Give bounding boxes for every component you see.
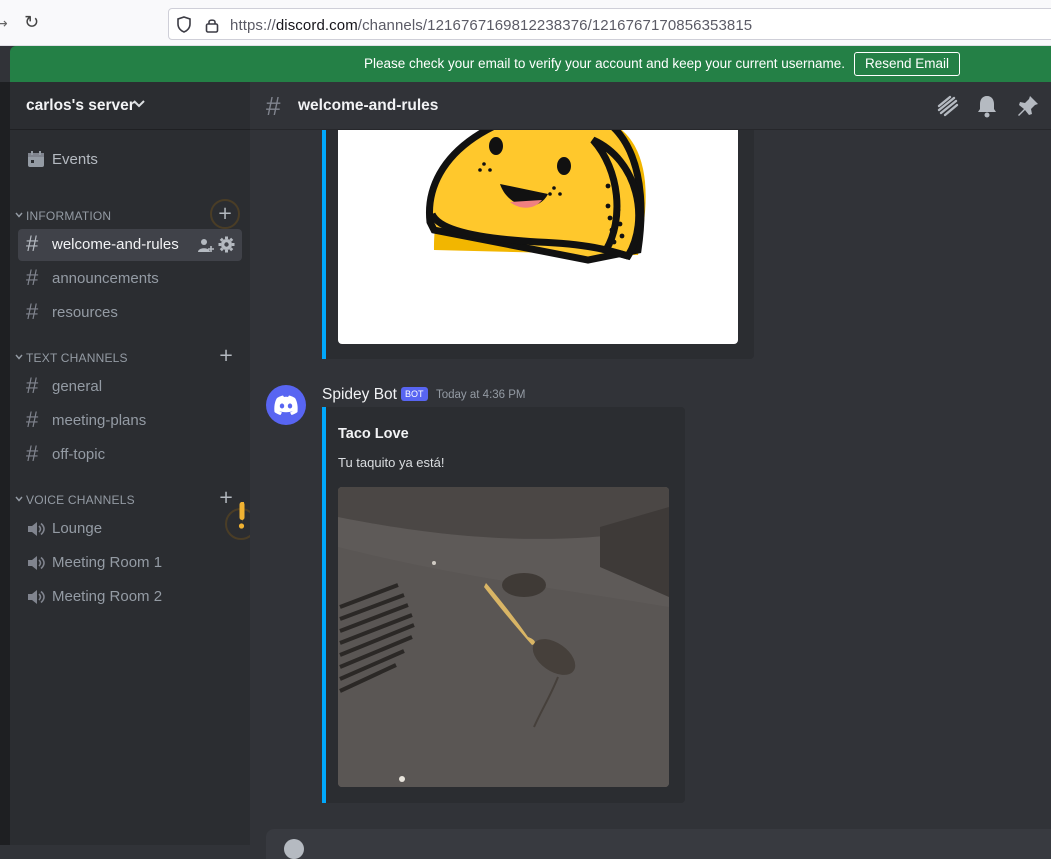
speaker-icon xyxy=(28,590,45,604)
hash-icon: # xyxy=(26,299,39,324)
channel-title: welcome-and-rules xyxy=(298,97,439,114)
category-label: TEXT CHANNELS xyxy=(26,351,128,365)
forward-icon[interactable]: → xyxy=(0,16,8,32)
create-channel-icon[interactable]: + xyxy=(218,347,234,366)
bot-badge: BOT xyxy=(401,387,428,401)
add-attachment-icon[interactable] xyxy=(284,839,304,859)
chevron-down-icon xyxy=(15,496,23,502)
invite-icon[interactable] xyxy=(198,237,214,253)
channel-label: resources xyxy=(52,304,118,321)
hash-icon: # xyxy=(26,407,39,432)
address-bar[interactable]: https://discord.com/channels/12167671698… xyxy=(168,8,1051,40)
hash-icon: # xyxy=(266,91,281,121)
reload-icon[interactable]: ↻ xyxy=(24,12,39,33)
chevron-down-icon xyxy=(15,212,23,218)
voice-channel-meeting-room-2[interactable]: Meeting Room 2 xyxy=(18,581,242,613)
category-voice-channels[interactable]: VOICE CHANNELS + xyxy=(10,489,250,510)
message-author[interactable]: Spidey Bot xyxy=(322,386,397,404)
avatar[interactable] xyxy=(266,385,306,425)
channel-resources[interactable]: # resources xyxy=(18,297,242,329)
speaker-icon xyxy=(28,522,45,536)
channel-label: Lounge xyxy=(52,520,103,537)
hash-icon: # xyxy=(26,231,39,256)
chevron-down-icon xyxy=(15,354,23,360)
embed-image[interactable] xyxy=(338,487,669,787)
taco-illustration xyxy=(426,110,646,264)
hash-icon: # xyxy=(26,373,39,398)
embed-card xyxy=(322,110,754,359)
channel-label: Meeting Room 2 xyxy=(52,588,163,605)
voice-channel-meeting-room-1[interactable]: Meeting Room 1 xyxy=(18,547,242,579)
create-channel-icon[interactable]: + xyxy=(210,199,240,229)
threads-icon[interactable] xyxy=(936,94,960,118)
hash-icon: # xyxy=(26,265,39,290)
lock-icon[interactable] xyxy=(205,17,219,33)
channel-announcements[interactable]: # announcements xyxy=(18,263,242,295)
category-label: VOICE CHANNELS xyxy=(26,493,135,507)
events-label: Events xyxy=(52,151,98,168)
taco-image[interactable] xyxy=(338,110,738,344)
channel-general[interactable]: # general xyxy=(18,371,242,403)
chevron-down-icon xyxy=(133,100,145,108)
message-composer[interactable] xyxy=(266,829,1051,859)
browser-toolbar: → ↻ https://discord.com/channels/1216767… xyxy=(0,0,1051,46)
speaker-icon xyxy=(28,556,45,570)
channel-topbar: # welcome-and-rules xyxy=(250,82,1051,130)
channel-off-topic[interactable]: # off-topic xyxy=(18,439,242,471)
channel-meeting-plans[interactable]: # meeting-plans xyxy=(18,405,242,437)
hash-icon: # xyxy=(26,441,39,466)
channel-label: meeting-plans xyxy=(52,412,147,429)
channel-label: announcements xyxy=(52,270,159,287)
embed-description: Tu taquito ya está! xyxy=(338,455,445,470)
channel-sidebar: carlos's server Events INFORMATION + # w… xyxy=(10,82,250,845)
server-name: carlos's server xyxy=(26,97,135,114)
channel-label: Meeting Room 1 xyxy=(52,554,163,571)
gear-icon[interactable] xyxy=(218,236,235,253)
rat-photo xyxy=(338,487,669,787)
url-text: https://discord.com/channels/12167671698… xyxy=(230,17,753,34)
calendar-icon xyxy=(28,151,44,167)
shield-icon[interactable] xyxy=(177,16,191,33)
events-item[interactable]: Events xyxy=(18,142,242,176)
embed-title: Taco Love xyxy=(338,426,409,442)
category-label: INFORMATION xyxy=(26,209,112,223)
message-timestamp: Today at 4:36 PM xyxy=(436,389,526,401)
resend-email-button[interactable]: Resend Email xyxy=(854,52,961,76)
server-header[interactable]: carlos's server xyxy=(10,82,250,130)
category-text-channels[interactable]: TEXT CHANNELS + xyxy=(10,347,250,368)
channel-label: welcome-and-rules xyxy=(52,236,179,253)
embed-card: Taco Love Tu taquito ya está! xyxy=(322,407,685,803)
channel-welcome-and-rules[interactable]: # welcome-and-rules xyxy=(18,229,242,261)
bell-icon[interactable] xyxy=(976,94,998,118)
banner-message: Please check your email to verify your a… xyxy=(364,56,845,71)
discord-logo-icon xyxy=(274,395,298,415)
voice-channel-lounge[interactable]: Lounge xyxy=(18,513,242,545)
chat-area: # welcome-and-rules Spidey Bot BOT Today… xyxy=(250,82,1051,859)
channel-label: general xyxy=(52,378,103,395)
pin-icon[interactable] xyxy=(1016,94,1040,118)
server-rail xyxy=(0,82,10,845)
category-information[interactable]: INFORMATION + xyxy=(10,199,250,229)
channel-label: off-topic xyxy=(52,446,106,463)
verify-email-banner: Please check your email to verify your a… xyxy=(10,46,1051,82)
